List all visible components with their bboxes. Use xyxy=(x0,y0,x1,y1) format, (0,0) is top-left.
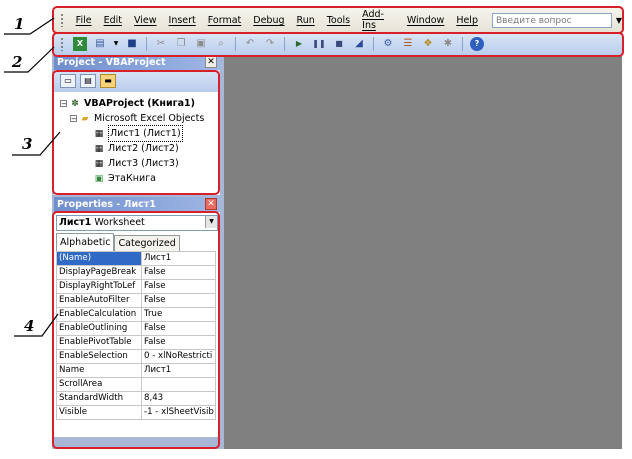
callout-lines xyxy=(4,17,61,337)
callout-number-2: 2 xyxy=(12,53,23,71)
callout-number-1: 1 xyxy=(14,15,25,33)
callout-number-3: 3 xyxy=(22,135,33,153)
callout-number-4: 4 xyxy=(24,317,35,335)
